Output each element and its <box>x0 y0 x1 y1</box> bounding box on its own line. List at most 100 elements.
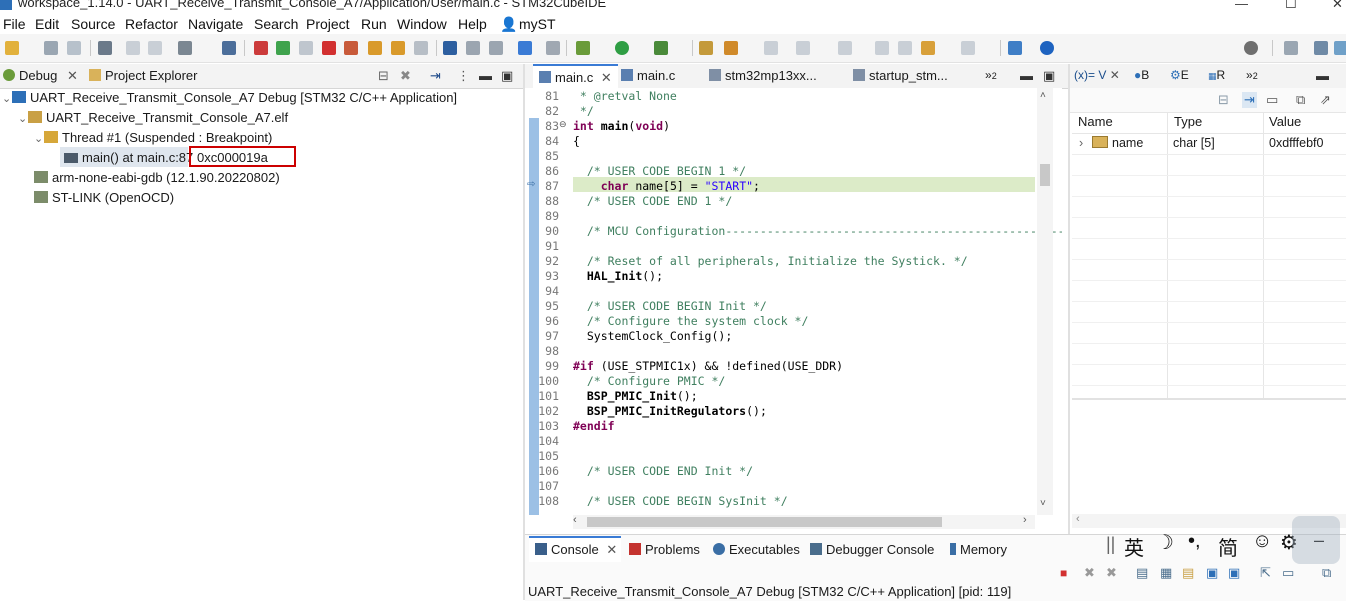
collapse-all-icon[interactable]: ⊟ <box>378 68 389 84</box>
open-type-icon[interactable] <box>699 41 713 55</box>
reset-icon[interactable] <box>466 41 480 55</box>
step-over-icon[interactable] <box>391 41 405 55</box>
close-icon[interactable]: ✕ <box>606 542 617 557</box>
prev-annotation-icon[interactable] <box>838 41 852 55</box>
close-icon[interactable]: ✕ <box>601 70 612 85</box>
maximize-view-icon[interactable]: ▣ <box>501 68 513 84</box>
tab-problems[interactable]: Problems <box>629 542 700 557</box>
run-icon[interactable] <box>615 41 629 55</box>
terminate-icon[interactable] <box>322 41 336 55</box>
vscroll-thumb[interactable] <box>1040 164 1050 186</box>
menu-edit[interactable]: Edit <box>35 16 59 32</box>
external-tools-icon[interactable] <box>654 41 668 55</box>
user-icon[interactable]: 👤 <box>500 16 517 33</box>
forward-icon[interactable] <box>961 41 975 55</box>
suspend-icon[interactable] <box>299 41 313 55</box>
tree-launch[interactable]: ⌄ UART_Receive_Transmit_Console_A7 Debug … <box>2 90 457 105</box>
editor-vscrollbar[interactable]: ˄ ˅ <box>1037 88 1053 515</box>
info-icon[interactable] <box>1040 41 1054 55</box>
remove-all-icon[interactable]: ✖ <box>1106 565 1117 581</box>
tab-stm32mp13xx[interactable]: stm32mp13xx... <box>709 68 817 83</box>
ime-script-toggle[interactable]: 简 <box>1218 532 1238 561</box>
menu-navigate[interactable]: Navigate <box>188 16 243 32</box>
tab-expressions[interactable]: ⚙E <box>1170 68 1189 82</box>
table-row[interactable]: › name char [5] 0xdfffebf0 <box>1072 133 1346 155</box>
tab-main-c-active[interactable]: main.c ✕ <box>533 64 618 88</box>
back-icon[interactable] <box>921 41 935 55</box>
step-into-icon[interactable] <box>368 41 382 55</box>
close-icon[interactable]: ✕ <box>67 68 78 83</box>
skip-breakpoints-icon[interactable] <box>222 41 236 55</box>
close-icon[interactable]: ✕ <box>1110 68 1120 82</box>
tab-executables[interactable]: Executables <box>713 542 800 557</box>
tab-variables[interactable]: (x)= V ✕ <box>1074 68 1120 82</box>
close-button[interactable]: ✕ <box>1332 0 1343 12</box>
more-tabs-button[interactable]: »2 <box>985 68 997 82</box>
tree-stack-frame[interactable]: main() at main.c:87 <box>64 150 193 165</box>
emoji-icon[interactable]: ☺ <box>1252 530 1272 553</box>
tab-main-c[interactable]: main.c <box>621 68 675 83</box>
export-icon[interactable]: ⇗ <box>1320 92 1331 108</box>
step-mode-icon[interactable]: ⇥ <box>430 68 441 84</box>
new-icon[interactable] <box>5 41 19 55</box>
new-view-icon[interactable]: ⧉ <box>1296 92 1305 108</box>
menu-project[interactable]: Project <box>306 16 350 32</box>
tab-project-explorer[interactable]: Project Explorer <box>89 68 197 83</box>
menu-help[interactable]: Help <box>458 16 487 32</box>
remove-terminated-icon[interactable]: ✖ <box>400 68 411 84</box>
menu-file[interactable]: File <box>3 16 26 32</box>
expand-icon[interactable]: ⌄ <box>2 92 12 105</box>
minimize-view-icon[interactable]: ▬ <box>1020 68 1033 83</box>
ime-lang-toggle[interactable]: 英 <box>1124 532 1144 561</box>
disconnect-icon[interactable] <box>344 41 358 55</box>
editor-hscrollbar[interactable]: ‹ › <box>573 514 1035 529</box>
show-type-icon[interactable]: ⇥ <box>1242 92 1257 108</box>
expand-icon[interactable]: ⌄ <box>18 112 28 125</box>
floating-badge[interactable] <box>1292 516 1340 564</box>
tab-registers[interactable]: ▦R <box>1208 68 1225 82</box>
menu-search[interactable]: Search <box>254 16 298 32</box>
clear-console-icon[interactable]: ▤ <box>1136 565 1148 581</box>
minimize-button[interactable]: — <box>1235 0 1248 11</box>
var-value[interactable]: 0xdfffebf0 <box>1269 136 1323 150</box>
tree-stlink[interactable]: ST-LINK (OpenOCD) <box>34 190 174 205</box>
minimize-view-icon[interactable]: ▬ <box>479 68 492 83</box>
open-task-icon[interactable] <box>724 41 738 55</box>
cubemx-icon[interactable] <box>518 41 532 55</box>
panel-divider-right[interactable] <box>1068 64 1070 534</box>
menu-refactor[interactable]: Refactor <box>125 16 178 32</box>
pin-console-icon[interactable]: ⇱ <box>1260 565 1271 581</box>
cpp-perspective-icon[interactable] <box>1284 41 1298 55</box>
scroll-lock-icon[interactable]: ▦ <box>1160 565 1172 581</box>
next-annotation-icon[interactable] <box>796 41 810 55</box>
instruction-step-icon[interactable] <box>443 41 457 55</box>
debug-perspective-icon[interactable] <box>1314 41 1328 55</box>
forward-edit-icon[interactable] <box>898 41 912 55</box>
expand-icon[interactable]: › <box>1079 136 1083 150</box>
hscroll-thumb[interactable] <box>587 517 942 527</box>
menu-source[interactable]: Source <box>71 16 115 32</box>
moon-icon[interactable]: ☽ <box>1156 530 1174 555</box>
maximize-view-icon[interactable]: ▣ <box>1043 68 1055 84</box>
tab-console[interactable]: Console ✕ <box>535 542 617 558</box>
show-on-error-icon[interactable]: ▣ <box>1228 565 1240 581</box>
tree-gdb[interactable]: arm-none-eabi-gdb (12.1.90.20220802) <box>34 170 280 185</box>
debug-config-icon[interactable] <box>576 41 590 55</box>
column-type[interactable]: Type <box>1174 114 1202 129</box>
tab-breakpoints[interactable]: ●B <box>1134 68 1149 82</box>
remove-launch-icon[interactable]: ✖ <box>1084 565 1095 581</box>
scroll-left-icon[interactable]: ‹ <box>1076 513 1080 525</box>
search-icon[interactable] <box>1244 41 1258 55</box>
minimize-view-icon[interactable]: ▬ <box>1316 68 1329 83</box>
tab-startup[interactable]: startup_stm... <box>853 68 948 83</box>
more-tabs-button[interactable]: »2 <box>1246 68 1258 82</box>
new-console-icon[interactable]: ⧉ <box>1322 565 1331 581</box>
open-perspective-icon[interactable] <box>1008 41 1022 55</box>
details-sash[interactable] <box>1072 398 1346 400</box>
tab-memory[interactable]: Memory <box>950 542 1007 557</box>
collapse-all-icon[interactable]: ⊟ <box>1218 92 1229 108</box>
view-menu-icon[interactable]: ⋮ <box>457 68 470 84</box>
device-perspective-icon[interactable] <box>1334 41 1346 55</box>
save-icon[interactable] <box>44 41 58 55</box>
tab-debugger-console[interactable]: Debugger Console <box>810 542 934 557</box>
